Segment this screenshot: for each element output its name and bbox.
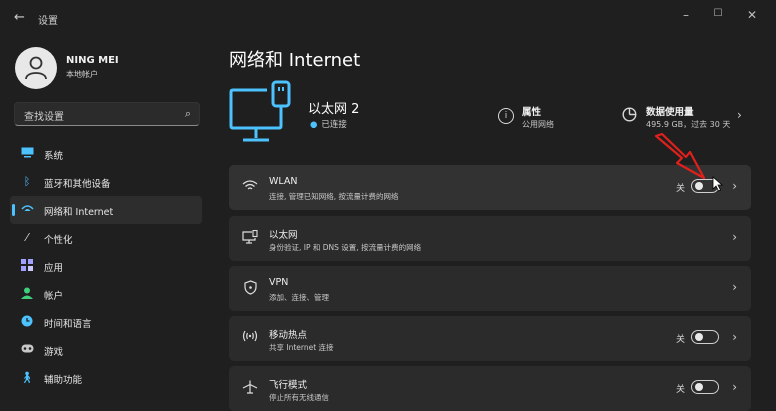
brush-icon: ⁄ xyxy=(26,231,28,244)
sidebar-nav: 系统 ᛒ 蓝牙和其他设备 网络和 Internet ⁄ 个性化 应用 帐户 时间… xyxy=(10,140,202,392)
sidebar-item-label: 网络和 Internet xyxy=(44,207,114,218)
card-title: VPN xyxy=(269,277,289,288)
ethernet-status-text: 已连接 xyxy=(321,120,347,130)
search-placeholder: 查找设置 xyxy=(24,112,64,123)
globe-clock-icon xyxy=(20,315,34,329)
card-subtitle: 停止所有无线通信 xyxy=(269,393,329,402)
toggle-state-label: 关 xyxy=(675,385,685,395)
ethernet-icon xyxy=(241,229,259,248)
sidebar-item-personalization[interactable]: ⁄ 个性化 xyxy=(10,224,202,252)
shield-icon xyxy=(241,280,259,298)
monitor-icon xyxy=(20,147,34,161)
chevron-right-icon: › xyxy=(732,230,737,244)
toggle-state-label: 关 xyxy=(675,335,685,345)
page-title: 网络和 Internet xyxy=(229,50,361,71)
minimize-button[interactable]: – xyxy=(676,8,696,22)
close-button[interactable]: ✕ xyxy=(742,8,762,22)
sidebar-item-accessibility[interactable]: 🚶︎ 辅助功能 xyxy=(10,364,202,392)
sidebar-item-label: 辅助功能 xyxy=(44,375,83,386)
maximize-button[interactable]: ☐ xyxy=(708,8,728,19)
sidebar-item-time-language[interactable]: 时间和语言 xyxy=(10,308,202,336)
sidebar-item-network[interactable]: 网络和 Internet xyxy=(10,196,202,224)
sidebar-item-gaming[interactable]: 游戏 xyxy=(10,336,202,364)
ethernet-name: 以太网 2 xyxy=(308,102,360,117)
ethernet-monitor-icon xyxy=(229,80,291,142)
toggle-knob xyxy=(695,333,703,341)
mobile-hotspot-toggle[interactable] xyxy=(691,330,719,344)
annotation-arrow-icon xyxy=(654,132,706,180)
properties-title: 属性 xyxy=(522,107,542,118)
chevron-right-icon: › xyxy=(732,330,737,344)
person-icon xyxy=(25,56,47,80)
connected-dot-icon: ● xyxy=(310,120,318,130)
airplane-icon xyxy=(241,380,259,398)
user-name: NING MEI xyxy=(66,55,119,66)
chevron-right-icon: › xyxy=(732,280,737,294)
airplane-mode-toggle[interactable] xyxy=(691,380,719,394)
chevron-right-icon: › xyxy=(732,380,737,394)
gamepad-icon xyxy=(20,343,34,357)
pie-chart-icon xyxy=(622,107,637,122)
apps-icon xyxy=(20,259,34,273)
mobile-hotspot-card[interactable]: 移动热点 共享 Internet 连接 关 › xyxy=(229,316,751,361)
search-input[interactable]: 查找设置 ⌕ xyxy=(14,102,200,126)
sidebar-item-apps[interactable]: 应用 xyxy=(10,252,202,280)
hotspot-icon xyxy=(241,330,259,348)
card-subtitle: 共享 Internet 连接 xyxy=(269,343,334,352)
sidebar-item-label: 时间和语言 xyxy=(44,319,92,330)
active-indicator xyxy=(12,204,15,216)
user-account-type: 本地帐户 xyxy=(66,70,98,79)
bluetooth-icon: ᛒ xyxy=(23,175,31,188)
info-icon: i xyxy=(498,108,514,124)
sidebar-item-bluetooth[interactable]: ᛒ 蓝牙和其他设备 xyxy=(10,168,202,196)
avatar[interactable] xyxy=(15,47,57,89)
sidebar-item-label: 游戏 xyxy=(44,347,64,358)
sidebar-item-label: 蓝牙和其他设备 xyxy=(44,179,111,190)
sidebar-item-label: 应用 xyxy=(44,263,64,274)
ethernet-status: ● 已连接 xyxy=(310,118,347,130)
search-icon: ⌕ xyxy=(184,107,191,120)
mouse-cursor-icon xyxy=(712,176,724,192)
sidebar-item-accounts[interactable]: 帐户 xyxy=(10,280,202,308)
properties-subtitle: 公用网络 xyxy=(522,120,554,129)
vpn-card[interactable]: VPN 添加、连接、管理 › xyxy=(229,266,751,311)
data-usage-subtitle: 495.9 GB，过去 30 天 xyxy=(646,120,731,129)
title-bar: ← 设置 – ☐ ✕ xyxy=(0,0,776,36)
back-button[interactable]: ← xyxy=(14,10,25,25)
wifi-icon xyxy=(241,179,259,197)
toggle-knob xyxy=(695,383,703,391)
network-icon xyxy=(20,203,34,217)
card-subtitle: 身份验证, IP 和 DNS 设置, 按流量计费的网络 xyxy=(269,243,422,252)
sidebar-item-label: 个性化 xyxy=(44,235,73,246)
card-title: 移动热点 xyxy=(269,330,308,341)
card-title: 飞行模式 xyxy=(269,380,308,391)
chevron-right-icon: › xyxy=(732,179,737,193)
accessibility-icon: 🚶︎ xyxy=(20,371,34,384)
person-icon xyxy=(20,287,34,301)
card-title: 以太网 xyxy=(269,230,298,241)
card-subtitle: 连接, 管理已知网络, 按流量计费的网络 xyxy=(269,192,399,201)
settings-window: ← 设置 – ☐ ✕ NING MEI 本地帐户 查找设置 ⌕ 系统 ᛒ 蓝牙和… xyxy=(0,0,776,411)
card-title: WLAN xyxy=(269,176,298,187)
app-title: 设置 xyxy=(38,16,58,27)
card-subtitle: 添加、连接、管理 xyxy=(269,293,329,302)
sidebar-item-system[interactable]: 系统 xyxy=(10,140,202,168)
sidebar-item-label: 系统 xyxy=(44,151,64,162)
ethernet-card[interactable]: 以太网 身份验证, IP 和 DNS 设置, 按流量计费的网络 › xyxy=(229,216,751,261)
airplane-mode-card[interactable]: 飞行模式 停止所有无线通信 关 › xyxy=(229,366,751,411)
sidebar-item-label: 帐户 xyxy=(44,291,64,302)
data-usage-title: 数据使用量 xyxy=(646,107,694,118)
chevron-right-icon[interactable]: › xyxy=(737,108,742,122)
